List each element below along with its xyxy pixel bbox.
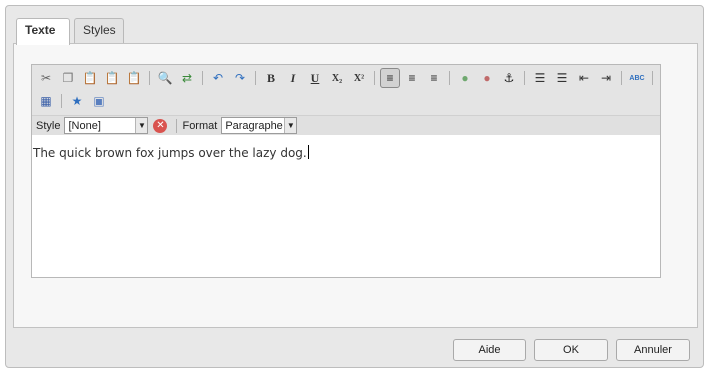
paste-text-icon[interactable]: 📋 [102, 68, 122, 88]
format-select[interactable]: Paragraphe ▼ [221, 117, 298, 134]
toolbar-row-2: ▦ ★ ▣ [36, 91, 111, 111]
indent-icon[interactable]: ⇥ [596, 68, 616, 88]
toolbar-separator [176, 118, 178, 133]
cancel-button[interactable]: Annuler [616, 339, 690, 361]
underline-icon[interactable]: U [305, 68, 325, 88]
bulleted-list-icon[interactable]: ☰ [530, 68, 550, 88]
italic-icon[interactable]: I [283, 68, 303, 88]
unlink-icon[interactable]: ● [477, 68, 497, 88]
style-select-value: [None] [68, 119, 101, 132]
clear-style-icon[interactable]: ✕ [153, 118, 168, 133]
format-label: Format [182, 119, 218, 132]
tab-panel: ✂ ❐ 📋 📋 📋 🔍 ⇄ ↶ ↷ B I U X₂ X² ≡ ≡ ≡ ● ● ⚓ ☰ ☰ ⇤ ⇥ ABC ▦ ★ ▣ Style … [13, 43, 698, 328]
tab-texte[interactable]: Texte [16, 18, 70, 45]
toolbar-separator [149, 71, 150, 85]
spellcheck-icon[interactable]: ABC [627, 68, 647, 88]
paste-icon[interactable]: 📋 [80, 68, 100, 88]
toolbar-separator [202, 71, 203, 85]
redo-icon[interactable]: ↷ [230, 68, 250, 88]
dropdown-arrow-icon: ▼ [284, 118, 297, 133]
toolbar-separator [61, 94, 62, 108]
link-icon[interactable]: ● [455, 68, 475, 88]
superscript-icon[interactable]: X² [349, 68, 369, 88]
editor-content-area[interactable]: The quick brown fox jumps over the lazy … [32, 135, 660, 277]
image-icon[interactable]: ▣ [89, 91, 109, 111]
style-label: Style [36, 119, 61, 132]
cut-icon[interactable]: ✂ [36, 68, 56, 88]
toolbar-separator [255, 71, 256, 85]
bold-icon[interactable]: B [261, 68, 281, 88]
find-icon[interactable]: 🔍 [155, 68, 175, 88]
style-format-bar: Style [None] ▼ ✕ Format Paragraphe ▼ [32, 115, 660, 135]
editor-text: The quick brown fox jumps over the lazy … [33, 146, 307, 160]
tab-styles[interactable]: Styles [74, 18, 124, 43]
undo-icon[interactable]: ↶ [208, 68, 228, 88]
help-button[interactable]: Aide [453, 339, 526, 361]
anchor-icon[interactable]: ⚓ [499, 68, 519, 88]
copy-icon[interactable]: ❐ [58, 68, 78, 88]
toolbar-row-1: ✂ ❐ 📋 📋 📋 🔍 ⇄ ↶ ↷ B I U X₂ X² ≡ ≡ ≡ ● ● ⚓ ☰ ☰ ⇤ ⇥ ABC [36, 68, 658, 88]
toolbar-separator [374, 71, 375, 85]
replace-icon[interactable]: ⇄ [177, 68, 197, 88]
rich-text-dialog: Texte Styles ✂ ❐ 📋 📋 📋 🔍 ⇄ ↶ ↷ B I U X₂ X² ≡ ≡ ≡ ● ● ⚓ ☰ ☰ ⇤ ⇥ A… [5, 5, 704, 368]
align-right-icon[interactable]: ≡ [424, 68, 444, 88]
toolbar-separator [524, 71, 525, 85]
toolbar-separator [652, 71, 653, 85]
numbered-list-icon[interactable]: ☰ [552, 68, 572, 88]
align-left-icon[interactable]: ≡ [380, 68, 400, 88]
style-select[interactable]: [None] ▼ [64, 117, 149, 134]
toolbar-separator [449, 71, 450, 85]
paste-word-icon[interactable]: 📋 [124, 68, 144, 88]
special-char-icon[interactable]: ★ [67, 91, 87, 111]
toolbar-separator [621, 71, 622, 85]
subscript-icon[interactable]: X₂ [327, 68, 347, 88]
text-caret [307, 145, 309, 159]
table-icon[interactable]: ▦ [36, 91, 56, 111]
format-select-value: Paragraphe [225, 119, 283, 132]
editor-toolbar: ✂ ❐ 📋 📋 📋 🔍 ⇄ ↶ ↷ B I U X₂ X² ≡ ≡ ≡ ● ● ⚓ ☰ ☰ ⇤ ⇥ ABC ▦ ★ ▣ Style … [32, 65, 660, 135]
ok-button[interactable]: OK [534, 339, 608, 361]
rich-text-editor: ✂ ❐ 📋 📋 📋 🔍 ⇄ ↶ ↷ B I U X₂ X² ≡ ≡ ≡ ● ● ⚓ ☰ ☰ ⇤ ⇥ ABC ▦ ★ ▣ Style … [31, 64, 661, 278]
outdent-icon[interactable]: ⇤ [574, 68, 594, 88]
align-center-icon[interactable]: ≡ [402, 68, 422, 88]
dropdown-arrow-icon: ▼ [135, 118, 148, 133]
